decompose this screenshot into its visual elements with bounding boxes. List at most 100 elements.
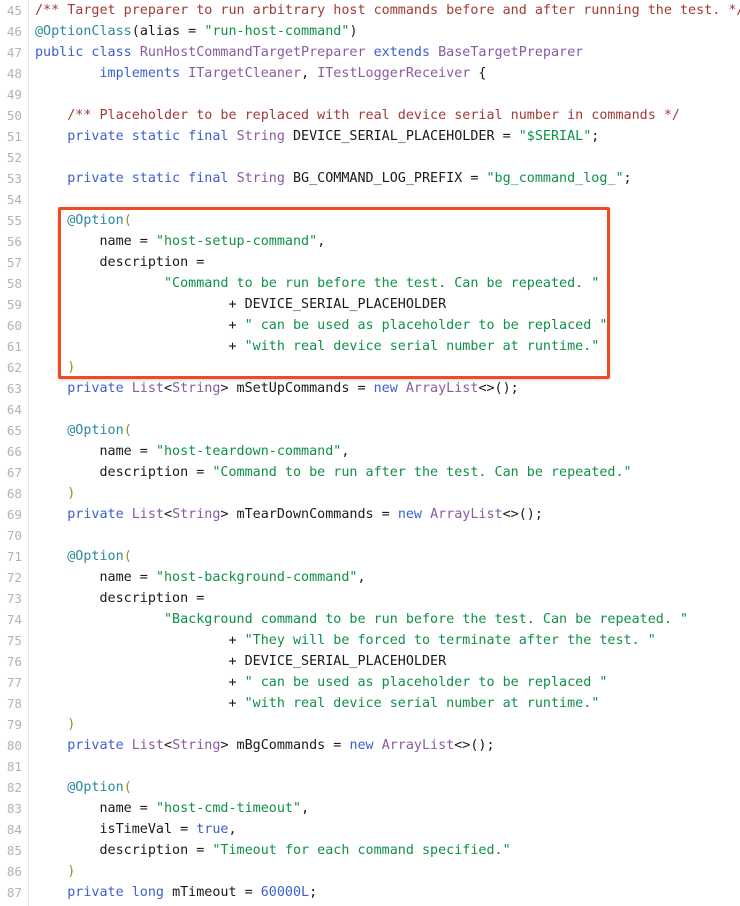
code-line[interactable]: 53 private static final String BG_COMMAN… bbox=[0, 168, 740, 189]
code-token: "Timeout for each command specified." bbox=[212, 843, 511, 858]
code-line[interactable]: 55 @Option( bbox=[0, 210, 740, 231]
code-line[interactable]: 72 name = "host-background-command", bbox=[0, 567, 740, 588]
code-token: + bbox=[35, 297, 245, 312]
code-token: + bbox=[35, 318, 245, 333]
code-line[interactable]: 56 name = "host-setup-command", bbox=[0, 231, 740, 252]
code-line[interactable]: 87 private long mTimeout = 60000L; bbox=[0, 882, 740, 903]
code-line[interactable]: 77 + " can be used as placeholder to be … bbox=[0, 672, 740, 693]
code-token: + bbox=[35, 675, 245, 690]
code-token: /** Placeholder to be replaced with real… bbox=[67, 108, 680, 123]
code-line[interactable]: 61 + "with real device serial number at … bbox=[0, 336, 740, 357]
code-token: "bg_command_log_" bbox=[486, 171, 624, 186]
code-token: , bbox=[301, 66, 318, 81]
code-token: ITargetCleaner bbox=[188, 66, 302, 81]
code-token: ; bbox=[309, 885, 318, 900]
code-line[interactable]: 51 private static final String DEVICE_SE… bbox=[0, 126, 740, 147]
code-line[interactable]: 49 bbox=[0, 84, 740, 105]
code-token: private bbox=[67, 381, 132, 396]
code-line[interactable]: 57 description = bbox=[0, 252, 740, 273]
code-line[interactable]: 60 + " can be used as placeholder to be … bbox=[0, 315, 740, 336]
line-number: 47 bbox=[6, 45, 22, 60]
code-line[interactable]: 83 name = "host-cmd-timeout", bbox=[0, 798, 740, 819]
code-token: , bbox=[301, 801, 310, 816]
code-line[interactable]: 52 bbox=[0, 147, 740, 168]
code-token: , bbox=[357, 570, 366, 585]
code-token: + bbox=[35, 339, 245, 354]
line-content: description = "Command to be run after t… bbox=[35, 462, 632, 483]
line-content: ) bbox=[35, 861, 75, 882]
code-line[interactable]: 71 @Option( bbox=[0, 546, 740, 567]
code-token: name bbox=[99, 234, 132, 249]
code-line[interactable]: 54 bbox=[0, 189, 740, 210]
code-line[interactable]: 50 /** Placeholder to be replaced with r… bbox=[0, 105, 740, 126]
code-token: ( bbox=[123, 549, 132, 564]
code-line[interactable]: 84 isTimeVal = true, bbox=[0, 819, 740, 840]
code-line[interactable]: 58 "Command to be run before the test. C… bbox=[0, 273, 740, 294]
code-line[interactable]: 80 private List<String> mBgCommands = ne… bbox=[0, 735, 740, 756]
code-token: new bbox=[397, 507, 431, 522]
code-line[interactable]: 73 description = bbox=[0, 588, 740, 609]
code-viewer[interactable]: 45 /** Target preparer to run arbitrary h… bbox=[0, 0, 740, 906]
line-number: 66 bbox=[6, 444, 22, 459]
code-line[interactable]: 75 + "They will be forced to terminate a… bbox=[0, 630, 740, 651]
line-content: "Command to be run before the test. Can … bbox=[35, 273, 599, 294]
code-token: "host-cmd-timeout" bbox=[155, 801, 302, 816]
code-line[interactable]: 48 implements ITargetCleaner, ITestLogge… bbox=[0, 63, 740, 84]
code-line[interactable]: 86 ) bbox=[0, 861, 740, 882]
line-number: 73 bbox=[6, 591, 22, 606]
code-line[interactable]: 68 ) bbox=[0, 483, 740, 504]
code-token: String bbox=[172, 507, 221, 522]
code-token: "$SERIAL" bbox=[518, 129, 592, 144]
code-line[interactable]: 70 bbox=[0, 525, 740, 546]
code-line[interactable]: 65 @Option( bbox=[0, 420, 740, 441]
code-line[interactable]: 63 private List<String> mSetUpCommands =… bbox=[0, 378, 740, 399]
line-number: 82 bbox=[6, 780, 22, 795]
code-line[interactable]: 69 private List<String> mTearDownCommand… bbox=[0, 504, 740, 525]
code-token: String bbox=[172, 381, 221, 396]
code-token: "Background command to be run before the… bbox=[164, 612, 689, 627]
code-token: ) bbox=[67, 360, 76, 375]
code-token: String bbox=[236, 129, 285, 144]
code-line[interactable]: 46 @OptionClass(alias = "run-host-command… bbox=[0, 21, 740, 42]
code-token: private static final bbox=[67, 171, 237, 186]
code-token: String bbox=[236, 171, 285, 186]
line-content: @Option( bbox=[35, 420, 132, 441]
code-line[interactable]: 62 ) bbox=[0, 357, 740, 378]
code-token: @OptionClass bbox=[35, 24, 132, 39]
code-line[interactable]: 85 description = "Timeout for each comma… bbox=[0, 840, 740, 861]
code-line[interactable]: 76 + DEVICE_SERIAL_PLACEHOLDER bbox=[0, 651, 740, 672]
code-token: private bbox=[67, 507, 132, 522]
code-token: BaseTargetPreparer bbox=[438, 45, 584, 60]
line-number: 85 bbox=[6, 843, 22, 858]
code-token: String bbox=[172, 738, 221, 753]
code-line[interactable]: 78 + "with real device serial number at … bbox=[0, 693, 740, 714]
line-number: 67 bbox=[6, 465, 22, 480]
code-line[interactable]: 82 @Option( bbox=[0, 777, 740, 798]
code-line[interactable]: 67 description = "Command to be run afte… bbox=[0, 462, 740, 483]
code-token: ITestLoggerReceiver bbox=[317, 66, 471, 81]
code-token: private long bbox=[67, 885, 173, 900]
code-line[interactable]: 66 name = "host-teardown-command", bbox=[0, 441, 740, 462]
code-line[interactable]: 47 public class RunHostCommandTargetPrepa… bbox=[0, 42, 740, 63]
code-line[interactable]: 74 "Background command to be run before … bbox=[0, 609, 740, 630]
code-line[interactable]: 64 bbox=[0, 399, 740, 420]
code-line[interactable]: 79 ) bbox=[0, 714, 740, 735]
code-line[interactable]: 81 bbox=[0, 756, 740, 777]
code-line[interactable]: 45 /** Target preparer to run arbitrary h… bbox=[0, 0, 740, 21]
line-number: 71 bbox=[6, 549, 22, 564]
line-content: + "They will be forced to terminate afte… bbox=[35, 630, 655, 651]
code-token: < bbox=[164, 507, 173, 522]
code-token: public class bbox=[35, 45, 140, 60]
code-token: BG_COMMAND_LOG_PREFIX = bbox=[284, 171, 487, 186]
code-token: name bbox=[99, 801, 132, 816]
line-content: name = "host-setup-command", bbox=[35, 231, 326, 252]
code-line[interactable]: 59 + DEVICE_SERIAL_PLACEHOLDER bbox=[0, 294, 740, 315]
